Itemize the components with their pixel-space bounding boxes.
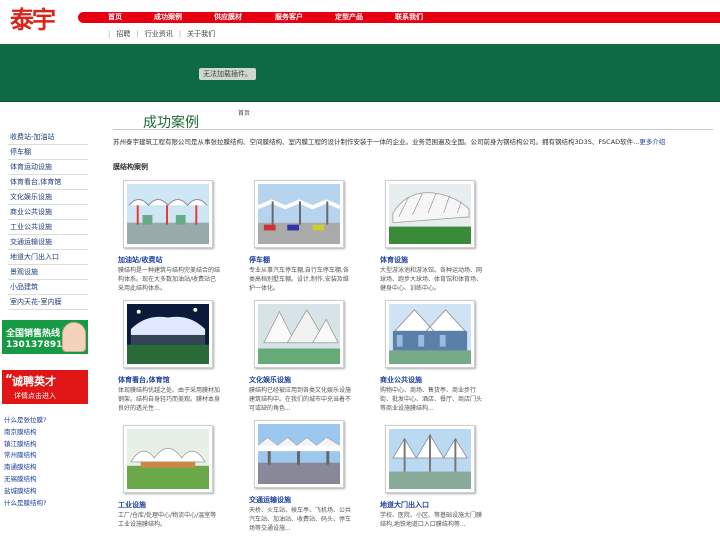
- nav-home[interactable]: 首页: [108, 12, 122, 23]
- product-title[interactable]: 工业设施: [118, 500, 146, 510]
- sidebar-item[interactable]: 收费站-加油站: [8, 130, 88, 145]
- nav-service[interactable]: 服务客户: [275, 12, 303, 23]
- sidebar-item[interactable]: 商业公共设施: [8, 205, 88, 220]
- sidebar-item[interactable]: 小品建筑: [8, 280, 88, 295]
- subnav-recruit[interactable]: 招聘: [116, 28, 130, 40]
- faq-link[interactable]: 常州膜结构: [4, 450, 94, 462]
- main-nav: 首页 成功案例 供应膜材 服务客户 定型产品 联系我们: [78, 12, 720, 23]
- section-title: 膜结构案例: [113, 163, 148, 171]
- recruit-banner[interactable]: “ 诚聘英才 详情点击进入: [2, 370, 88, 404]
- breadcrumb[interactable]: 首页: [238, 108, 250, 117]
- sidebar-item[interactable]: 景观设施: [8, 265, 88, 280]
- product-title[interactable]: 体育设施: [380, 255, 408, 265]
- intro-text: 苏州泰宇建筑工程有限公司是从事张拉膜结构、空间膜结构、室内膜工程的设计制作安装于…: [113, 138, 640, 146]
- faq-link[interactable]: 盐城膜结构: [4, 486, 94, 498]
- hotline-label: 全国销售热线: [6, 329, 61, 339]
- nav-products[interactable]: 定型产品: [335, 12, 363, 23]
- product-title[interactable]: 地道大门出入口: [380, 500, 429, 510]
- product-desc: 天桥、火车站、候车亭、飞机场、公共汽车站、加油站、收费站、码头、停车场等交通设施…: [249, 507, 352, 532]
- sidebar-item[interactable]: 交通运输设施: [8, 235, 88, 250]
- faq-links: 什么是张拉膜? 南京膜结构 镇江膜结构 常州膜结构 南通膜结构 无锡膜结构 盐城…: [4, 415, 94, 509]
- product-image[interactable]: [254, 300, 344, 368]
- product-title[interactable]: 加油站/收费站: [118, 255, 163, 265]
- product-card[interactable]: 商业公共设施 购物中心、商场、售货亭、商业步行街、批发中心、酒店、餐厅、商店门头…: [380, 300, 500, 412]
- sidebar-item[interactable]: 体育看台,体育馆: [8, 175, 88, 190]
- product-card[interactable]: 体育看台,体育馆 体现膜结构优越之处。由于采用膜材加钢架。结构自身轻巧而美观。膜…: [118, 300, 238, 412]
- product-card[interactable]: 地道大门出入口 学校、医院、小区、等基础设施大门膜结构,地铁地道口入口膜结构等.…: [380, 425, 500, 528]
- banner: 无法加载插件。: [0, 44, 720, 102]
- subnav-about[interactable]: 关于我们: [187, 28, 215, 40]
- plugin-message: 无法加载插件。: [199, 68, 256, 80]
- sidebar-item[interactable]: 体育运动设施: [8, 160, 88, 175]
- faq-link[interactable]: 无锡膜结构: [4, 474, 94, 486]
- sidebar-item[interactable]: 室内天花-室内膜: [8, 295, 88, 310]
- nav-cases[interactable]: 成功案例: [154, 12, 182, 23]
- product-desc: 膜结构已经被应用到各类文化娱乐设施建筑结构中。在我们的城市中充当着不可或缺的角色…: [249, 387, 352, 412]
- product-desc: 购物中心、商场、售货亭、商业步行街、批发中心、酒店、餐厅、商店门头等商业设施膜结…: [380, 387, 483, 412]
- product-image[interactable]: [123, 300, 213, 368]
- product-desc: 专业从事汽车停车棚,自行车停车棚,各类高档别墅车棚。设计,制作,安装及维护一体化…: [249, 267, 349, 292]
- product-image[interactable]: [385, 180, 475, 248]
- product-card[interactable]: 停车棚 专业从事汽车停车棚,自行车停车棚,各类高档别墅车棚。设计,制作,安装及维…: [249, 180, 369, 292]
- product-desc: 工厂/仓库/处理中心/物流中心/温室等工业设施膜结构。: [118, 512, 217, 528]
- product-desc: 体现膜结构优越之处。由于采用膜材加钢架。结构自身轻巧而美观。膜材本身良好的透光性…: [118, 387, 221, 412]
- company-intro: 苏州泰宇建筑工程有限公司是从事张拉膜结构、空间膜结构、室内膜工程的设计制作安装于…: [113, 137, 713, 147]
- product-image[interactable]: [254, 180, 344, 248]
- product-card[interactable]: 加油站/收费站 膜结构是一种建筑与结构完美结合的结构体系。现在大多数加油站/收费…: [118, 180, 238, 292]
- faq-link[interactable]: 什么是张拉膜?: [4, 415, 94, 427]
- product-title[interactable]: 体育看台,体育馆: [118, 375, 170, 385]
- product-card[interactable]: 工业设施 工厂/仓库/处理中心/物流中心/温室等工业设施膜结构。: [118, 425, 238, 528]
- product-image[interactable]: [385, 425, 475, 493]
- product-card[interactable]: 交通运输设施 天桥、火车站、候车亭、飞机场、公共汽车站、加油站、收费站、码头、停…: [249, 420, 369, 532]
- nav-supply[interactable]: 供应膜材: [214, 12, 242, 23]
- product-title[interactable]: 停车棚: [249, 255, 270, 265]
- faq-link[interactable]: 南京膜结构: [4, 427, 94, 439]
- sub-nav: | 招聘 | 行业资讯 | 关于我们: [108, 28, 216, 40]
- product-card[interactable]: 体育设施 大型游泳池和游泳馆。各种运动场、网球场、跑步大球场、体育馆和体育场、健…: [380, 180, 500, 292]
- sidebar: 收费站-加油站 停车棚 体育运动设施 体育看台,体育馆 文化娱乐设施 商业公共设…: [8, 130, 88, 310]
- sidebar-item[interactable]: 工业公共设施: [8, 220, 88, 235]
- recruit-title: 诚聘英才: [12, 375, 56, 388]
- product-image[interactable]: [385, 300, 475, 368]
- product-card[interactable]: 文化娱乐设施 膜结构已经被应用到各类文化娱乐设施建筑结构中。在我们的城市中充当着…: [249, 300, 369, 412]
- subnav-news[interactable]: 行业资讯: [145, 28, 173, 40]
- sidebar-item[interactable]: 文化娱乐设施: [8, 190, 88, 205]
- product-desc: 大型游泳池和游泳馆。各种运动场、网球场、跑步大球场、体育馆和体育场、健身中心、训…: [380, 267, 483, 292]
- product-desc: 学校、医院、小区、等基础设施大门膜结构,地铁地道口入口膜结构等...: [380, 512, 483, 528]
- product-image[interactable]: [123, 180, 213, 248]
- sidebar-item[interactable]: 地道大门出入口: [8, 250, 88, 265]
- product-title[interactable]: 商业公共设施: [380, 375, 422, 385]
- product-image[interactable]: [123, 425, 213, 493]
- product-desc: 膜结构是一种建筑与结构完美结合的结构体系。现在大多数加油站/收费站已采用此结构体…: [118, 267, 221, 292]
- divider: [113, 129, 713, 130]
- product-title[interactable]: 文化娱乐设施: [249, 375, 291, 385]
- logo[interactable]: 泰宇: [10, 6, 56, 34]
- sales-hotline-banner[interactable]: 全国销售热线 13013789168: [2, 320, 88, 354]
- recruit-subtitle: 详情点击进入: [14, 392, 56, 400]
- faq-link[interactable]: 镇江膜结构: [4, 439, 94, 451]
- product-title[interactable]: 交通运输设施: [249, 495, 291, 505]
- product-image[interactable]: [254, 420, 344, 488]
- nav-contact[interactable]: 联系我们: [395, 12, 423, 23]
- faq-link[interactable]: 南通膜结构: [4, 462, 94, 474]
- faq-link[interactable]: 什么是膜结构?: [4, 498, 94, 510]
- more-link[interactable]: 更多介绍: [639, 138, 665, 146]
- operator-avatar-icon: [62, 322, 86, 352]
- header: 泰宇 首页 成功案例 供应膜材 服务客户 定型产品 联系我们 | 招聘 | 行业…: [0, 0, 720, 44]
- sidebar-item[interactable]: 停车棚: [8, 145, 88, 160]
